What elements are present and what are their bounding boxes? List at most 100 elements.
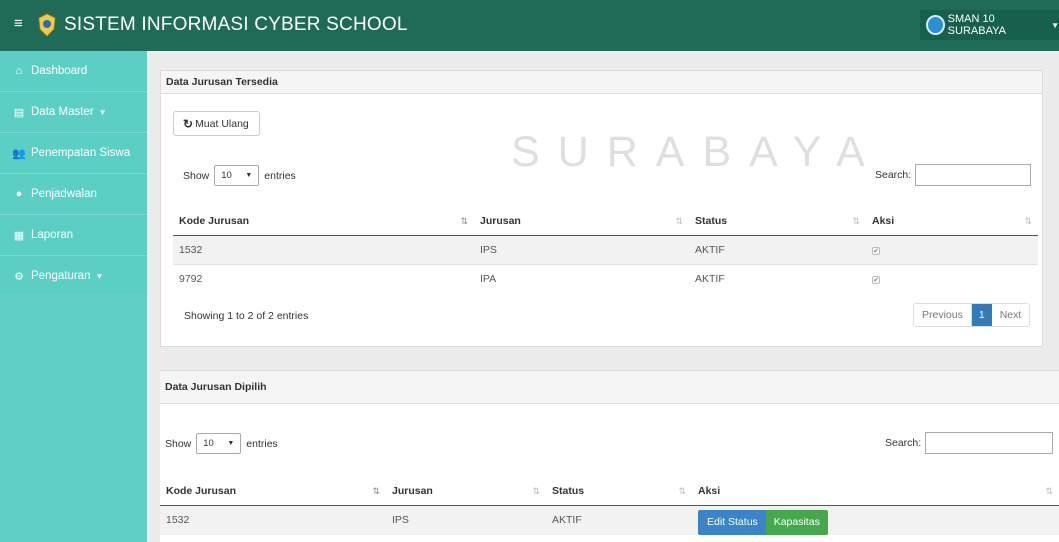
entries-select[interactable]: 10 ▼ — [196, 433, 242, 454]
sidebar-item-label: Pengaturan — [31, 270, 91, 282]
sidebar-item-laporan[interactable]: ▦ Laporan — [0, 215, 147, 256]
school-logo-icon — [38, 13, 56, 37]
gear-icon: ⚙ — [14, 270, 24, 283]
entries-control: Show 10 ▼ entries — [183, 165, 296, 186]
column-label: Jurusan — [392, 484, 433, 497]
sort-icon: ⇅ — [1024, 216, 1032, 226]
show-label: Show — [183, 169, 210, 182]
search-input[interactable] — [915, 164, 1032, 186]
top-navbar: ≡ SISTEM INFORMASI CYBER SCHOOL SMAN 10 … — [0, 0, 1059, 51]
reload-button[interactable]: ↻ Muat Ulang — [173, 111, 260, 136]
cell-kode: 1532 — [160, 504, 386, 535]
sort-icon: ⇅ — [532, 486, 540, 496]
clock-icon: ● — [15, 188, 23, 200]
cell-jurusan: IPS — [474, 234, 689, 264]
column-header-jurusan[interactable]: Jurusan ⇅ — [386, 477, 546, 506]
panel-jurusan-dipilih: Data Jurusan Dipilih Show 10 ▼ entries S… — [160, 370, 1059, 542]
page-1-button[interactable]: 1 — [971, 304, 992, 326]
entries-value: 10 — [203, 438, 214, 449]
column-header-status[interactable]: Status ⇅ — [689, 207, 866, 236]
cell-status: AKTIF — [546, 504, 692, 535]
sort-icon: ⇅ — [675, 216, 683, 226]
show-label: Show — [165, 437, 192, 450]
sidebar: ⌂ Dashboard ▤ Data Master ▼ 👥 Penempatan… — [0, 51, 147, 542]
app-title: SISTEM INFORMASI CYBER SCHOOL — [64, 14, 408, 35]
panel-title: Data Jurusan Tersedia — [161, 71, 1042, 94]
column-header-kode[interactable]: Kode Jurusan ⇅ — [160, 477, 386, 506]
kapasitas-button[interactable]: Kapasitas — [765, 509, 828, 535]
cell-status: AKTIF — [689, 234, 866, 264]
column-label: Status — [552, 484, 585, 497]
column-header-aksi[interactable]: Aksi ⇅ — [692, 477, 1059, 506]
cell-status: AKTIF — [689, 263, 866, 293]
sidebar-item-dashboard[interactable]: ⌂ Dashboard — [0, 51, 147, 92]
column-label: Jurusan — [480, 214, 521, 227]
column-label: Status — [695, 214, 728, 227]
column-header-kode[interactable]: Kode Jurusan ⇅ — [173, 207, 474, 236]
reload-label: Muat Ulang — [195, 117, 249, 130]
sort-icon: ⇅ — [852, 216, 860, 226]
sort-icon: ⇅ — [1045, 486, 1053, 496]
column-label: Kode Jurusan — [179, 214, 250, 227]
previous-button[interactable]: Previous — [914, 304, 972, 326]
cell-aksi: Edit Status Kapasitas — [692, 504, 1059, 535]
chevron-down-icon: ▼ — [98, 107, 107, 117]
sidebar-item-data-master[interactable]: ▤ Data Master ▼ — [0, 92, 147, 133]
cell-jurusan: IPA — [474, 263, 689, 293]
sidebar-item-label: Laporan — [31, 229, 74, 241]
sidebar-item-penjadwalan[interactable]: ● Penjadwalan — [0, 174, 147, 215]
refresh-icon: ↻ — [183, 116, 194, 131]
edit-status-button[interactable]: Edit Status — [698, 509, 767, 535]
search-control: Search: — [885, 432, 1054, 454]
user-label: SMAN 10 SURABAYA — [947, 13, 1006, 37]
sort-asc-icon: ⇅ — [372, 486, 380, 496]
jurusan-dipilih-table: Kode Jurusan ⇅ Jurusan ⇅ Status ⇅ Aksi ⇅ 153… — [160, 477, 1059, 535]
column-label: Aksi — [872, 214, 895, 227]
column-label: Aksi — [698, 484, 721, 497]
jurusan-table: Kode Jurusan ⇅ Jurusan ⇅ Status ⇅ Aksi ⇅ 153… — [173, 207, 1038, 293]
sidebar-item-label: Dashboard — [31, 65, 88, 77]
entries-control: Show 10 ▼ entries — [165, 433, 278, 454]
home-icon: ⌂ — [15, 65, 23, 77]
checkbox[interactable]: ✔ — [872, 246, 880, 255]
table-info: Showing 1 to 2 of 2 entries — [184, 310, 309, 322]
panel-title: Data Jurusan Dipilih — [160, 371, 1059, 404]
cell-jurusan: IPS — [386, 504, 546, 535]
entries-label: entries — [246, 437, 278, 450]
cell-kode: 9792 — [173, 263, 474, 293]
column-header-status[interactable]: Status ⇅ — [546, 477, 692, 506]
sidebar-item-penempatan-siswa[interactable]: 👥 Penempatan Siswa — [0, 133, 147, 174]
sidebar-item-label: Data Master — [31, 106, 94, 118]
sidebar-item-label: Penempatan Siswa — [31, 147, 131, 159]
search-control: Search: — [875, 164, 1032, 186]
watermark-text: SURABAYA — [511, 128, 883, 176]
sort-icon: ⇅ — [678, 486, 686, 496]
chevron-down-icon: ▼ — [227, 440, 235, 447]
chevron-down-icon: ▼ — [95, 271, 104, 281]
table-row: 1532 IPS AKTIF Edit Status Kapasitas — [160, 504, 1059, 535]
sidebar-item-pengaturan[interactable]: ⚙ Pengaturan ▼ — [0, 256, 147, 297]
users-icon: 👥 — [12, 147, 26, 160]
panel-jurusan-tersedia: Data Jurusan Tersedia ↻ Muat Ulang Show … — [160, 70, 1043, 347]
checkbox[interactable]: ✔ — [872, 275, 880, 284]
column-label: Kode Jurusan — [166, 484, 237, 497]
user-menu[interactable]: SMAN 10 SURABAYA ▼ — [920, 10, 1059, 40]
entries-select[interactable]: 10 ▼ — [214, 165, 260, 186]
table-row: 9792 IPA AKTIF ✔ — [173, 263, 1038, 293]
table-row: 1532 IPS AKTIF ✔ — [173, 234, 1038, 264]
search-input[interactable] — [925, 432, 1054, 454]
search-label: Search: — [885, 437, 922, 449]
hamburger-menu-icon[interactable]: ≡ — [14, 16, 28, 31]
sort-asc-icon: ⇅ — [460, 216, 468, 226]
pagination: Previous 1 Next — [913, 303, 1031, 327]
cell-kode: 1532 — [173, 234, 474, 264]
next-button[interactable]: Next — [992, 304, 1030, 326]
cell-aksi: ✔ — [866, 263, 1038, 293]
entries-value: 10 — [221, 170, 232, 181]
column-header-jurusan[interactable]: Jurusan ⇅ — [474, 207, 689, 236]
cell-aksi: ✔ — [866, 234, 1038, 264]
avatar — [926, 15, 945, 35]
document-icon: ▦ — [13, 229, 25, 242]
sidebar-item-label: Penjadwalan — [31, 188, 97, 200]
column-header-aksi[interactable]: Aksi ⇅ — [866, 207, 1038, 236]
